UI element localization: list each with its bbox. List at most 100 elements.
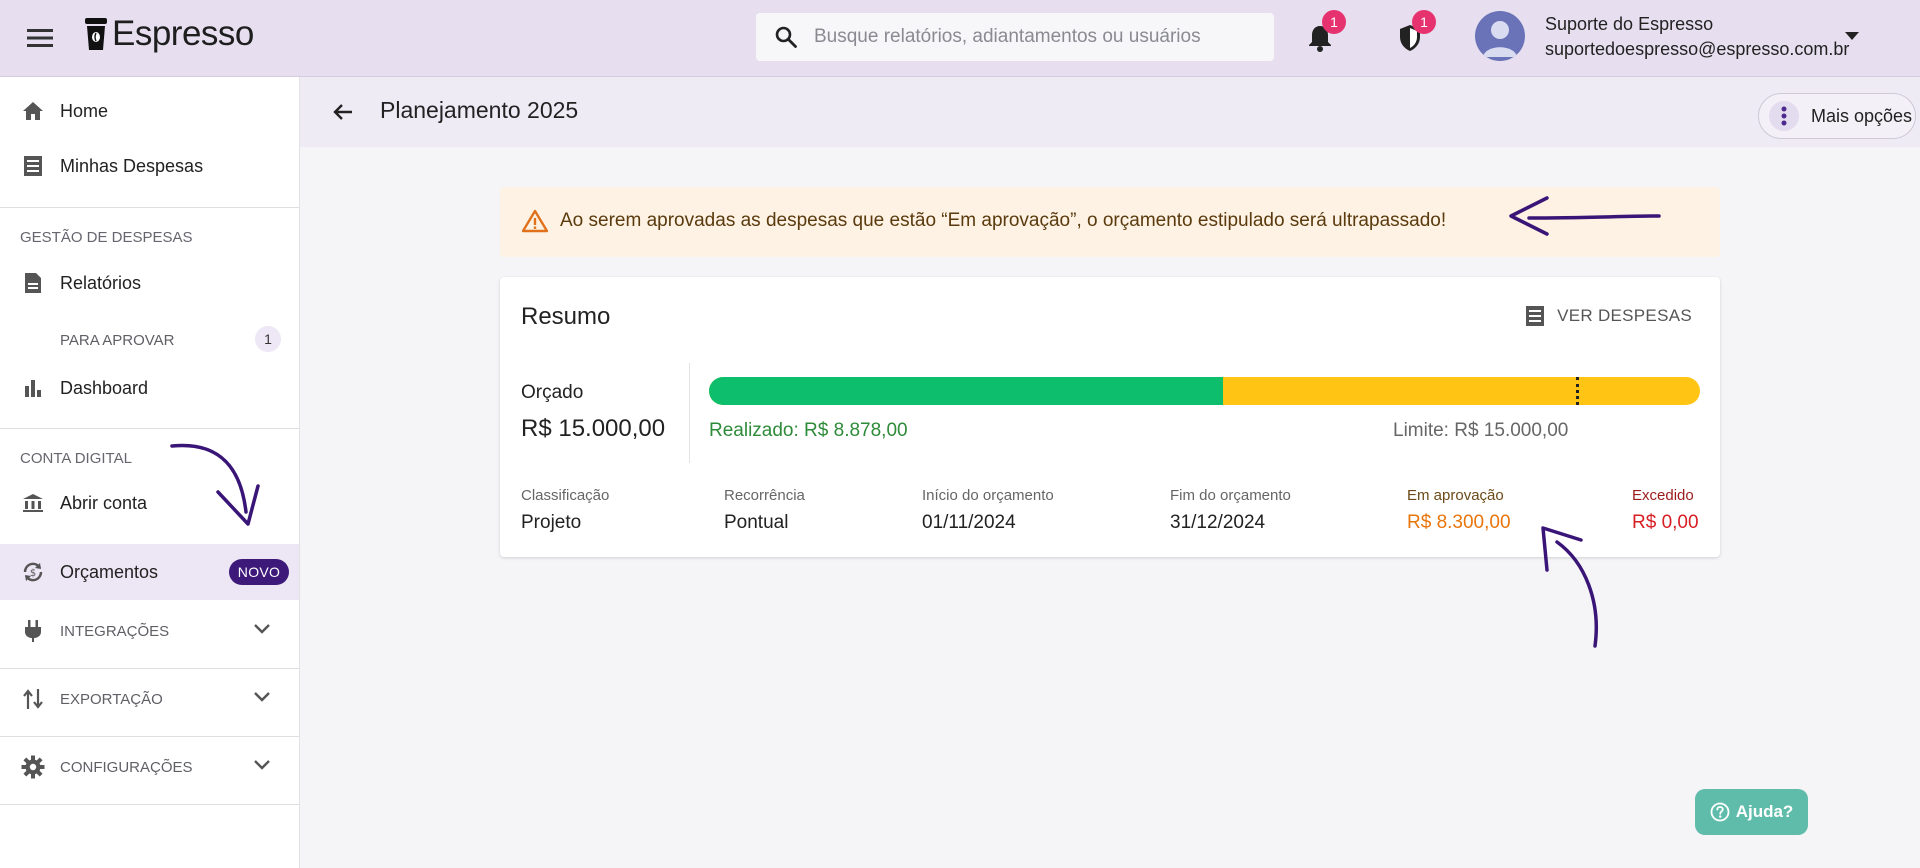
sidebar-item-dashboard[interactable]: Dashboard (0, 367, 299, 409)
chevron-down-icon (254, 689, 270, 707)
user-menu-toggle[interactable] (1845, 28, 1859, 46)
help-label: Ajuda? (1735, 802, 1794, 821)
field-value: Pontual (724, 512, 789, 533)
sidebar-item-label: CONFIGURAÇÕES (60, 759, 193, 776)
list-icon (1526, 306, 1545, 326)
sidebar-divider (0, 207, 299, 208)
bar-chart-icon (20, 375, 46, 401)
export-icon (20, 686, 46, 712)
sidebar-item-label: Home (60, 101, 109, 121)
card-divider (689, 363, 690, 463)
user-email: suportedoespresso@espresso.com.br (1545, 39, 1850, 59)
sidebar-item-relatorios[interactable]: Relatórios (0, 262, 299, 304)
budget-icon: $ (20, 559, 46, 585)
search-input[interactable] (814, 26, 1254, 48)
home-icon (20, 98, 46, 124)
sidebar-item-label: EXPORTAÇÃO (60, 691, 163, 708)
field-classificacao: Classificação Projeto (521, 487, 609, 534)
chevron-down-icon (254, 757, 270, 775)
summary-title: Resumo (521, 303, 611, 330)
field-label: Recorrência (724, 487, 805, 504)
alert-message: Ao serem aprovadas as despesas que estão… (560, 210, 1447, 231)
orcado-label: Orçado (521, 382, 584, 403)
sidebar-item-orcamentos[interactable]: $ Orçamentos NOVO (0, 544, 299, 600)
list-icon (20, 153, 46, 179)
field-fim: Fim do orçamento 31/12/2024 (1170, 487, 1291, 534)
annotation-arrow-orcamentos (170, 443, 260, 526)
security-button[interactable]: 1 (1390, 10, 1436, 58)
brand-logo[interactable]: Espresso (84, 14, 254, 54)
sidebar-item-label: Minhas Despesas (60, 156, 204, 176)
field-recorrencia: Recorrência Pontual (724, 487, 805, 534)
back-button[interactable] (328, 97, 358, 127)
field-label: Fim do orçamento (1170, 487, 1291, 504)
summary-card: Resumo VER DESPESAS Orçado R$ 15.000,00 … (500, 277, 1720, 557)
sidebar-item-label: Orçamentos (60, 562, 159, 582)
field-value: R$ 8.300,00 (1407, 512, 1511, 533)
avatar-icon (1483, 21, 1517, 57)
sidebar-divider (0, 804, 299, 805)
realizado-text: Realizado: R$ 8.878,00 (709, 420, 908, 441)
para-aprovar-count: 1 (255, 326, 281, 352)
sidebar-item-label: Dashboard (60, 378, 149, 398)
plug-icon (20, 618, 46, 644)
field-value: 31/12/2024 (1170, 512, 1266, 533)
field-label: Excedido (1632, 487, 1694, 504)
main-content: Ao serem aprovadas as despesas que estão… (300, 147, 1920, 868)
chevron-down-icon (254, 621, 270, 639)
menu-button[interactable] (24, 22, 56, 54)
ver-despesas-button[interactable]: VER DESPESAS (1525, 305, 1692, 327)
page-title: Planejamento 2025 (380, 97, 579, 123)
field-value: 01/11/2024 (922, 512, 1016, 533)
more-vert-icon (1769, 101, 1799, 131)
limite-text: Limite: R$ 15.000,00 (1393, 420, 1569, 441)
budget-progress-bar (709, 377, 1700, 405)
sidebar-item-home[interactable]: Home (0, 90, 299, 132)
sidebar-item-para-aprovar[interactable]: PARA APROVAR 1 (0, 322, 299, 356)
sidebar-item-label: Relatórios (60, 273, 142, 293)
sidebar-item-label: INTEGRAÇÕES (60, 623, 170, 640)
sidebar-item-configuracoes[interactable]: CONFIGURAÇÕES (0, 739, 299, 795)
help-icon (1710, 802, 1730, 822)
sidebar-divider (0, 736, 299, 737)
sidebar-item-minhas-despesas[interactable]: Minhas Despesas (0, 145, 299, 187)
section-label-gestao: GESTÃO DE DESPESAS (20, 229, 193, 246)
section-label-conta: CONTA DIGITAL (20, 450, 132, 467)
user-name: Suporte do Espresso (1545, 14, 1714, 34)
more-options-button[interactable]: Mais opções (1758, 93, 1916, 139)
annotation-arrow-em-aprovacao (1541, 526, 1598, 648)
field-label: Em aprovação (1407, 487, 1504, 504)
gear-icon (20, 754, 46, 780)
field-excedido: Excedido R$ 0,00 (1632, 487, 1699, 534)
bank-icon (20, 490, 46, 516)
sidebar-item-integracoes[interactable]: INTEGRAÇÕES (0, 603, 299, 659)
ver-despesas-label: VER DESPESAS (1557, 306, 1692, 325)
realizado-fill (709, 377, 1223, 405)
field-label: Início do orçamento (922, 487, 1054, 504)
field-em-aprovacao: Em aprovação R$ 8.300,00 (1407, 487, 1511, 534)
sidebar-item-label: Abrir conta (60, 493, 148, 513)
field-value: R$ 0,00 (1632, 512, 1699, 533)
field-label: Classificação (521, 487, 610, 504)
annotation-arrow-alert (1509, 196, 1661, 236)
security-badge: 1 (1412, 10, 1436, 34)
arrow-back-icon (333, 104, 352, 120)
page-header: Planejamento 2025 Mais opções (300, 77, 1920, 147)
more-options-label: Mais opções (1811, 105, 1913, 126)
coffee-cup-icon (85, 18, 107, 50)
novo-badge: NOVO (229, 559, 289, 585)
notifications-button[interactable]: 1 (1300, 10, 1346, 58)
brand-name: Espresso (112, 14, 254, 53)
avatar[interactable] (1475, 11, 1525, 61)
notifications-badge: 1 (1322, 10, 1346, 34)
help-button[interactable]: Ajuda? (1695, 789, 1808, 835)
limit-marker (1576, 377, 1579, 405)
search-bar[interactable] (756, 13, 1274, 61)
field-inicio: Início do orçamento 01/11/2024 (922, 487, 1054, 534)
sidebar-item-exportacao[interactable]: EXPORTAÇÃO (0, 671, 299, 727)
field-value: Projeto (521, 512, 582, 533)
caret-down-icon (1845, 32, 1859, 40)
menu-icon (27, 29, 53, 47)
warning-icon (521, 209, 549, 238)
orcado-value: R$ 15.000,00 (521, 415, 666, 442)
